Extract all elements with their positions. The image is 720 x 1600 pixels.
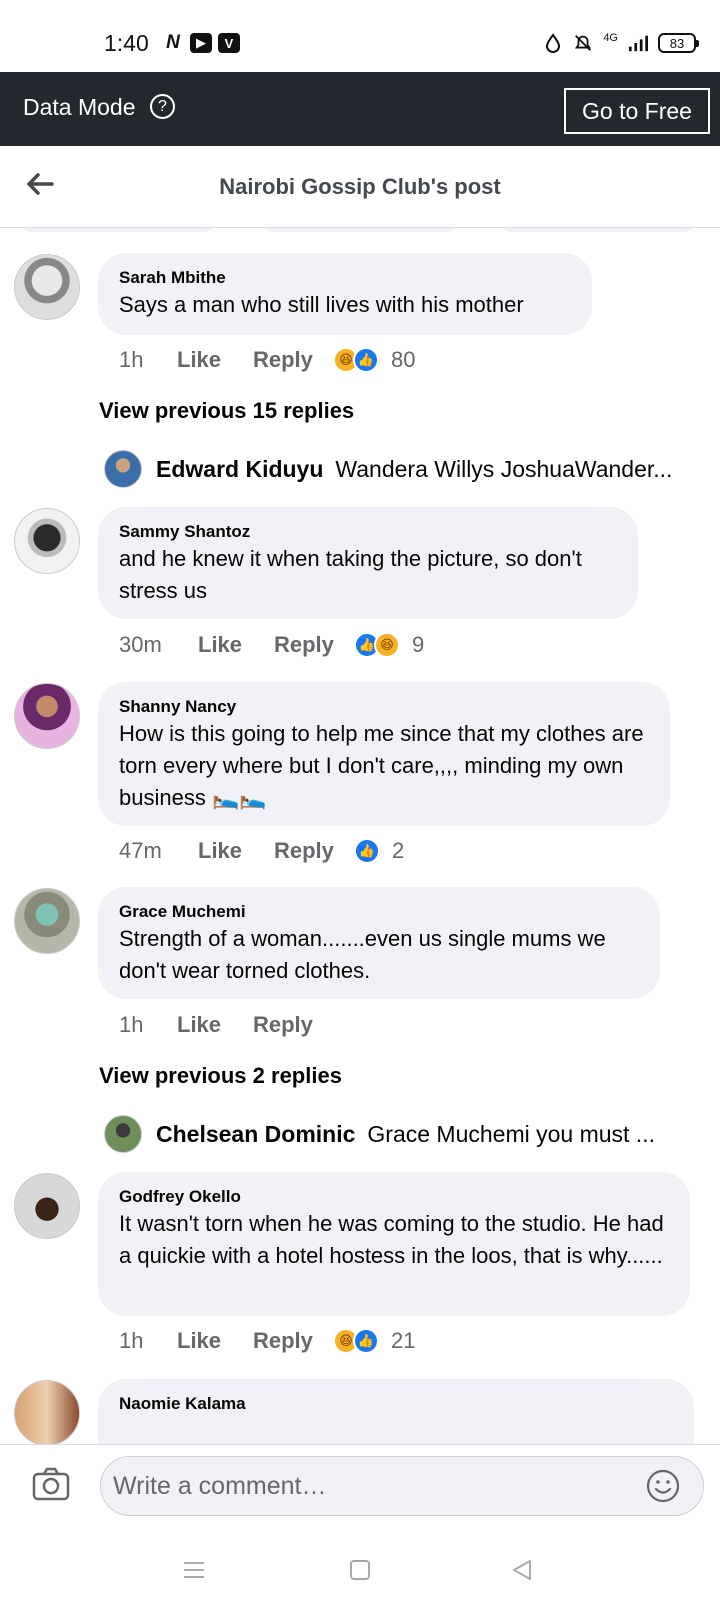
help-icon[interactable]: ?: [150, 94, 175, 119]
comment-actions: 1h Like Reply 😆 👍 21: [119, 1326, 415, 1356]
data-mode-title: Data Mode: [23, 94, 136, 120]
camera-icon[interactable]: [32, 1467, 70, 1501]
status-app-icons: N ▶ V: [162, 32, 240, 53]
comment-text: Says a man who still lives with his moth…: [119, 292, 524, 317]
like-button[interactable]: Like: [198, 838, 274, 864]
comment-actions: 1h Like Reply 😆 👍 80: [119, 345, 415, 375]
comment-time: 1h: [119, 1012, 144, 1037]
reply-author: Chelsean Dominic: [156, 1120, 356, 1147]
status-system-icons: 4G 83: [543, 32, 699, 53]
like-button[interactable]: Like: [198, 632, 274, 658]
post-header: Nairobi Gossip Club's post: [0, 146, 720, 228]
reaction-count: 2: [392, 838, 405, 863]
menu-icon[interactable]: [180, 1556, 208, 1584]
reactions-summary[interactable]: 😆 👍 21: [333, 1328, 415, 1354]
comment-author[interactable]: Sarah Mbithe: [119, 267, 570, 289]
avatar[interactable]: [14, 888, 80, 954]
comment-actions: 1h Like Reply: [119, 1010, 333, 1040]
reply-preview[interactable]: Edward Kiduyu Wandera Willys JoshuaWande…: [104, 448, 684, 490]
comment-text: and he knew it when taking the picture, …: [119, 546, 582, 603]
avatar: [104, 450, 142, 488]
scrolled-content-edge: [0, 228, 720, 234]
avatar[interactable]: [14, 683, 80, 749]
netflix-notification-icon: N: [166, 32, 180, 53]
comment-time: 47m: [119, 838, 162, 863]
battery-indicator: 83: [658, 33, 699, 53]
avatar[interactable]: [14, 254, 80, 320]
home-icon[interactable]: [346, 1556, 374, 1584]
reactions-summary[interactable]: 😆 👍 80: [333, 347, 415, 373]
comment-bubble[interactable]: Sarah Mbithe Says a man who still lives …: [98, 253, 592, 335]
comment-bubble[interactable]: Grace Muchemi Strength of a woman.......…: [98, 887, 660, 999]
view-previous-replies-link[interactable]: View previous 15 replies: [99, 398, 354, 424]
youtube-notification-icon: ▶: [190, 33, 212, 53]
reply-button[interactable]: Reply: [253, 1012, 333, 1038]
comment-bubble[interactable]: Naomie Kalama: [98, 1379, 694, 1444]
back-triangle-icon[interactable]: [508, 1556, 536, 1584]
like-button[interactable]: Like: [177, 1328, 253, 1354]
reply-button[interactable]: Reply: [274, 838, 354, 864]
comment-bubble[interactable]: Shanny Nancy How is this going to help m…: [98, 682, 670, 826]
mute-bell-icon: [573, 33, 593, 53]
status-bar: 1:40 N ▶ V 4G 83: [0, 0, 720, 72]
like-reaction-icon: 👍: [354, 838, 380, 864]
reply-button[interactable]: Reply: [274, 632, 354, 658]
comment-author[interactable]: Sammy Shantoz: [119, 521, 616, 543]
avatar[interactable]: [14, 1380, 80, 1444]
comment-author[interactable]: Naomie Kalama: [119, 1393, 672, 1415]
comment-author[interactable]: Shanny Nancy: [119, 696, 648, 718]
previous-item-edge: [500, 228, 696, 232]
reply-text: Grace Muchemi you must ...: [367, 1120, 655, 1147]
avatar[interactable]: [14, 1173, 80, 1239]
like-button[interactable]: Like: [177, 1012, 253, 1038]
like-button[interactable]: Like: [177, 347, 253, 373]
status-time: 1:40: [104, 30, 149, 56]
reply-button[interactable]: Reply: [253, 347, 333, 373]
smiley-icon[interactable]: [646, 1469, 680, 1503]
like-reaction-icon: 👍: [353, 1328, 379, 1354]
reply-author: Edward Kiduyu: [156, 455, 324, 482]
comments-list[interactable]: Sarah Mbithe Says a man who still lives …: [0, 228, 720, 1444]
avatar: [104, 1115, 142, 1153]
network-type-label: 4G: [603, 32, 618, 44]
comment-time: 1h: [119, 347, 144, 372]
comment-time: 30m: [119, 632, 162, 657]
comment-text: It wasn't torn when he was coming to the…: [119, 1211, 664, 1268]
reactions-summary[interactable]: 👍 😆 9: [354, 632, 424, 658]
reply-button[interactable]: Reply: [253, 1328, 333, 1354]
reaction-count: 9: [412, 632, 425, 657]
comment-author[interactable]: Godfrey Okello: [119, 1186, 668, 1208]
like-reaction-icon: 👍: [353, 347, 379, 373]
water-drop-icon: [543, 33, 563, 53]
signal-icon: [628, 33, 648, 53]
page-title: Nairobi Gossip Club's post: [219, 174, 501, 199]
comment-author[interactable]: Grace Muchemi: [119, 901, 638, 923]
reactions-summary[interactable]: 👍 2: [354, 838, 404, 864]
vpn-notification-icon: V: [218, 33, 240, 53]
reaction-count: 80: [391, 347, 416, 372]
comment-text: Strength of a woman.......even us single…: [119, 926, 606, 983]
comment-time: 1h: [119, 1328, 144, 1353]
data-mode-bar: Data Mode ? Go to Free: [0, 72, 720, 146]
system-navigation-bar: [0, 1540, 720, 1600]
avatar[interactable]: [14, 508, 80, 574]
previous-item-edge: [262, 228, 458, 232]
comment-composer: [0, 1444, 720, 1540]
comment-actions: 47m Like Reply 👍 2: [119, 836, 404, 866]
reply-preview[interactable]: Chelsean Dominic Grace Muchemi you must …: [104, 1113, 684, 1155]
previous-item-edge: [20, 228, 216, 232]
comment-bubble[interactable]: Sammy Shantoz and he knew it when taking…: [98, 507, 638, 619]
comment-text: How is this going to help me since that …: [119, 721, 644, 810]
haha-reaction-icon: 😆: [374, 632, 400, 658]
reaction-count: 21: [391, 1328, 416, 1353]
go-to-free-button[interactable]: Go to Free: [564, 88, 710, 134]
comment-input[interactable]: [100, 1456, 704, 1516]
comment-actions: 30m Like Reply 👍 😆 9: [119, 630, 424, 660]
view-previous-replies-link[interactable]: View previous 2 replies: [99, 1063, 342, 1089]
reply-text: Wandera Willys JoshuaWander...: [335, 455, 673, 482]
comment-bubble[interactable]: Godfrey Okello It wasn't torn when he wa…: [98, 1172, 690, 1316]
